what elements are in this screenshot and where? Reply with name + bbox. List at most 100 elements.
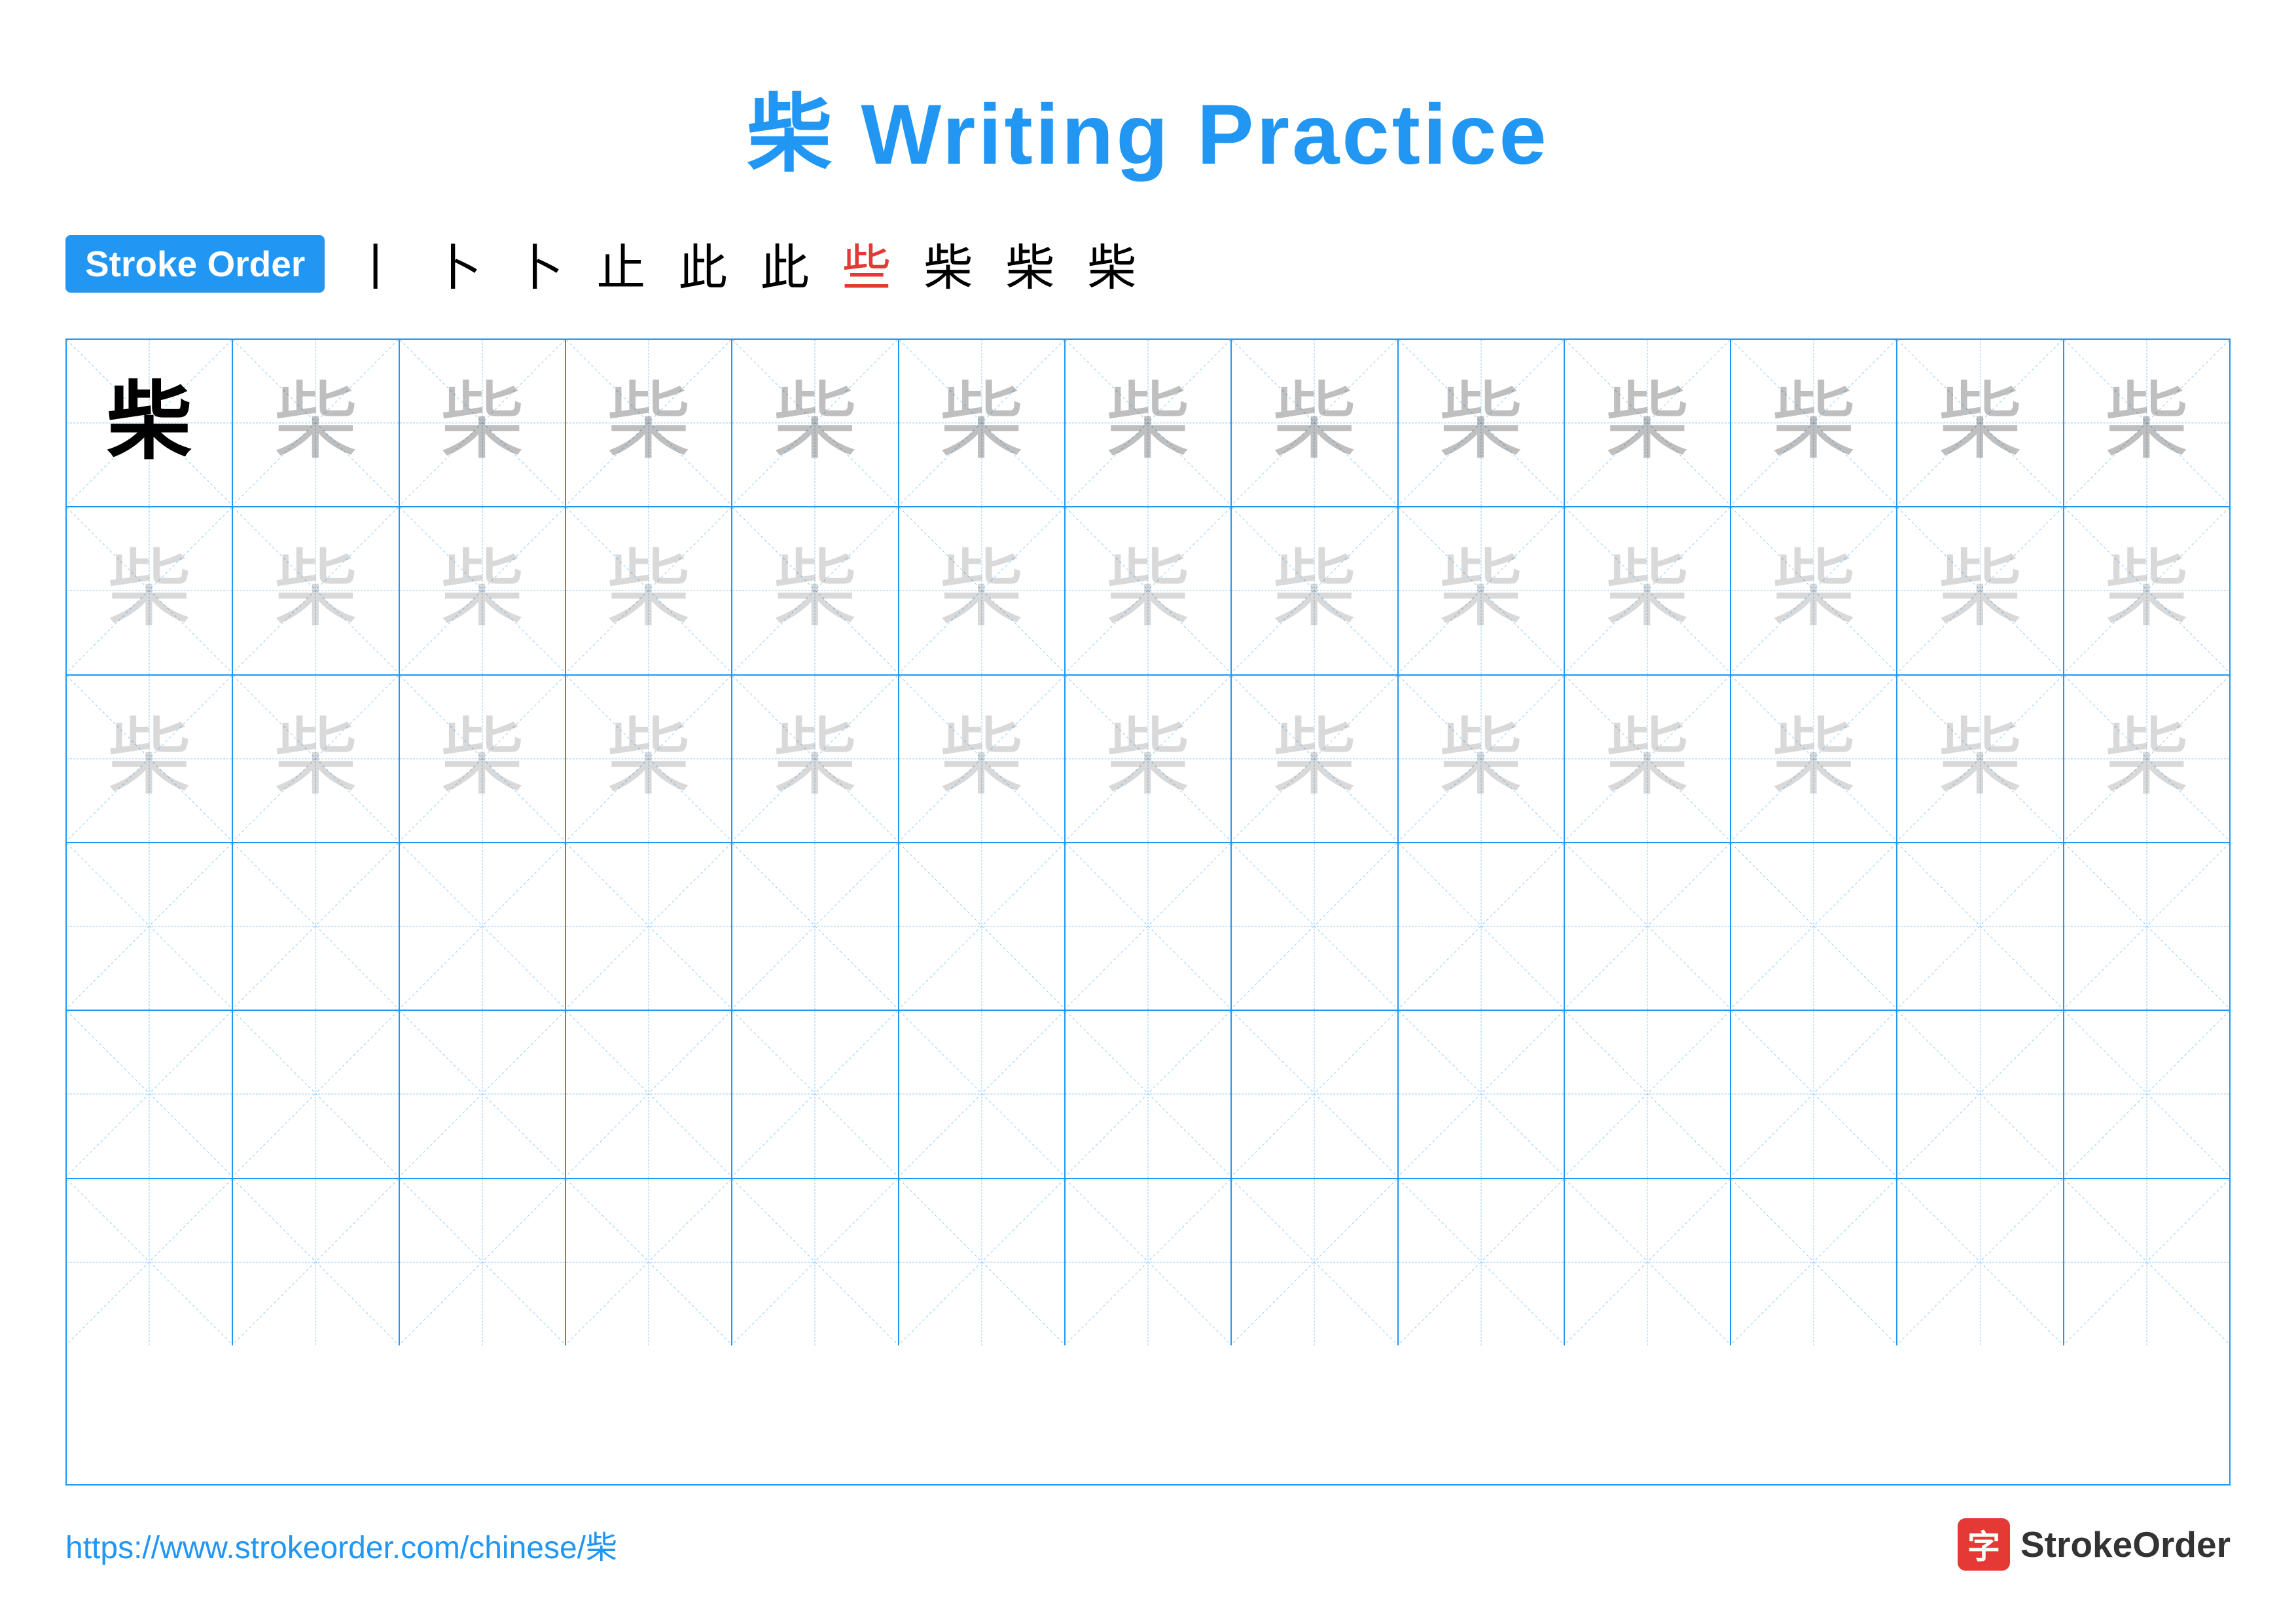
grid-cell-r5-c9[interactable] bbox=[1399, 1011, 1565, 1177]
grid-cell-r1-c6[interactable]: 柴 bbox=[899, 340, 1066, 506]
grid-cell-r1-c8[interactable]: 柴 bbox=[1232, 340, 1398, 506]
grid-cell-r1-c2[interactable]: 柴 bbox=[233, 340, 399, 506]
grid-cell-r5-c13[interactable] bbox=[2064, 1011, 2229, 1177]
grid-cell-r3-c2[interactable]: 柴 bbox=[233, 676, 399, 842]
grid-cell-r2-c1[interactable]: 柴 bbox=[67, 507, 233, 674]
grid-cell-r1-c11[interactable]: 柴 bbox=[1731, 340, 1897, 506]
guide-char: 柴 bbox=[1938, 380, 2023, 465]
grid-cell-r2-c2[interactable]: 柴 bbox=[233, 507, 399, 674]
guide-char: 柴 bbox=[606, 548, 691, 633]
grid-cell-r5-c5[interactable] bbox=[732, 1011, 899, 1177]
guide-char: 柴 bbox=[440, 548, 525, 633]
grid-cell-r3-c6[interactable]: 柴 bbox=[899, 676, 1066, 842]
grid-cell-r5-c10[interactable] bbox=[1565, 1011, 1731, 1177]
grid-cell-r4-c10[interactable] bbox=[1565, 843, 1731, 1010]
grid-cell-r4-c7[interactable] bbox=[1066, 843, 1232, 1010]
grid-cell-r4-c13[interactable] bbox=[2064, 843, 2229, 1010]
grid-cell-r2-c7[interactable]: 柴 bbox=[1066, 507, 1232, 674]
grid-cell-r1-c4[interactable]: 柴 bbox=[566, 340, 732, 506]
grid-cell-r1-c7[interactable]: 柴 bbox=[1066, 340, 1232, 506]
grid-cell-r5-c3[interactable] bbox=[400, 1011, 566, 1177]
grid-cell-r2-c8[interactable]: 柴 bbox=[1232, 507, 1398, 674]
grid-cell-r5-c8[interactable] bbox=[1232, 1011, 1398, 1177]
grid-cell-r3-c3[interactable]: 柴 bbox=[400, 676, 566, 842]
guide-char: 柴 bbox=[606, 716, 691, 801]
grid-cell-r6-c10[interactable] bbox=[1565, 1179, 1731, 1345]
grid-cell-r3-c9[interactable]: 柴 bbox=[1399, 676, 1565, 842]
grid-cell-r4-c2[interactable] bbox=[233, 843, 399, 1010]
grid-cell-r1-c12[interactable]: 柴 bbox=[1897, 340, 2064, 506]
grid-cell-r1-c1[interactable]: 柴 bbox=[67, 340, 233, 506]
grid-cell-r4-c12[interactable] bbox=[1897, 843, 2064, 1010]
grid-cell-r6-c12[interactable] bbox=[1897, 1179, 2064, 1345]
grid-cell-r1-c5[interactable]: 柴 bbox=[732, 340, 899, 506]
guide-char: 柴 bbox=[772, 380, 857, 465]
grid-cell-r6-c6[interactable] bbox=[899, 1179, 1066, 1345]
stroke-order-badge: Stroke Order bbox=[65, 235, 325, 293]
grid-cell-r5-c1[interactable] bbox=[67, 1011, 233, 1177]
grid-cell-r5-c6[interactable] bbox=[899, 1011, 1066, 1177]
grid-cell-r1-c3[interactable]: 柴 bbox=[400, 340, 566, 506]
grid-row-4 bbox=[67, 843, 2229, 1011]
grid-cell-r3-c5[interactable]: 柴 bbox=[732, 676, 899, 842]
grid-cell-r4-c8[interactable] bbox=[1232, 843, 1398, 1010]
practice-grid: 柴 柴 柴 柴 柴 柴 柴 bbox=[65, 338, 2231, 1486]
guide-char: 柴 bbox=[1272, 380, 1357, 465]
stroke-step-7: 些 bbox=[842, 228, 891, 299]
grid-cell-r2-c4[interactable]: 柴 bbox=[566, 507, 732, 674]
footer-logo-text: StrokeOrder bbox=[2020, 1523, 2231, 1565]
grid-cell-r6-c1[interactable] bbox=[67, 1179, 233, 1345]
grid-cell-r5-c11[interactable] bbox=[1731, 1011, 1897, 1177]
grid-cell-r6-c2[interactable] bbox=[233, 1179, 399, 1345]
grid-cell-r5-c12[interactable] bbox=[1897, 1011, 2064, 1177]
grid-cell-r2-c9[interactable]: 柴 bbox=[1399, 507, 1565, 674]
grid-cell-r3-c13[interactable]: 柴 bbox=[2064, 676, 2229, 842]
guide-char: 柴 bbox=[1272, 548, 1357, 633]
grid-cell-r4-c9[interactable] bbox=[1399, 843, 1565, 1010]
grid-cell-r4-c6[interactable] bbox=[899, 843, 1066, 1010]
grid-cell-r5-c7[interactable] bbox=[1066, 1011, 1232, 1177]
grid-cell-r2-c13[interactable]: 柴 bbox=[2064, 507, 2229, 674]
grid-cell-r3-c1[interactable]: 柴 bbox=[67, 676, 233, 842]
grid-cell-r6-c8[interactable] bbox=[1232, 1179, 1398, 1345]
grid-cell-r6-c5[interactable] bbox=[732, 1179, 899, 1345]
example-char: 柴 bbox=[107, 380, 192, 465]
grid-cell-r3-c7[interactable]: 柴 bbox=[1066, 676, 1232, 842]
grid-cell-r2-c11[interactable]: 柴 bbox=[1731, 507, 1897, 674]
grid-cell-r6-c7[interactable] bbox=[1066, 1179, 1232, 1345]
grid-cell-r3-c4[interactable]: 柴 bbox=[566, 676, 732, 842]
grid-cell-r6-c3[interactable] bbox=[400, 1179, 566, 1345]
grid-cell-r3-c10[interactable]: 柴 bbox=[1565, 676, 1731, 842]
grid-cell-r1-c10[interactable]: 柴 bbox=[1565, 340, 1731, 506]
grid-cell-r3-c8[interactable]: 柴 bbox=[1232, 676, 1398, 842]
footer: https://www.strokeorder.com/chinese/柴 字 … bbox=[65, 1518, 2231, 1571]
grid-cell-r2-c10[interactable]: 柴 bbox=[1565, 507, 1731, 674]
grid-cell-r6-c4[interactable] bbox=[566, 1179, 732, 1345]
grid-cell-r1-c9[interactable]: 柴 bbox=[1399, 340, 1565, 506]
guide-char: 柴 bbox=[939, 716, 1024, 801]
guide-char: 柴 bbox=[772, 548, 857, 633]
grid-cell-r6-c11[interactable] bbox=[1731, 1179, 1897, 1345]
guide-char: 柴 bbox=[1105, 548, 1191, 633]
grid-cell-r4-c1[interactable] bbox=[67, 843, 233, 1010]
grid-cell-r2-c5[interactable]: 柴 bbox=[732, 507, 899, 674]
guide-char: 柴 bbox=[273, 380, 358, 465]
grid-cell-r1-c13[interactable]: 柴 bbox=[2064, 340, 2229, 506]
grid-cell-r4-c4[interactable] bbox=[566, 843, 732, 1010]
guide-char: 柴 bbox=[939, 548, 1024, 633]
grid-cell-r3-c12[interactable]: 柴 bbox=[1897, 676, 2064, 842]
grid-cell-r5-c2[interactable] bbox=[233, 1011, 399, 1177]
grid-cell-r4-c11[interactable] bbox=[1731, 843, 1897, 1010]
guide-char: 柴 bbox=[440, 716, 525, 801]
grid-cell-r2-c6[interactable]: 柴 bbox=[899, 507, 1066, 674]
stroke-step-2: 卜 bbox=[433, 228, 482, 299]
grid-cell-r2-c12[interactable]: 柴 bbox=[1897, 507, 2064, 674]
grid-cell-r5-c4[interactable] bbox=[566, 1011, 732, 1177]
grid-cell-r6-c9[interactable] bbox=[1399, 1179, 1565, 1345]
grid-cell-r3-c11[interactable]: 柴 bbox=[1731, 676, 1897, 842]
grid-cell-r4-c5[interactable] bbox=[732, 843, 899, 1010]
grid-cell-r6-c13[interactable] bbox=[2064, 1179, 2229, 1345]
guide-char: 柴 bbox=[1938, 716, 2023, 801]
grid-cell-r2-c3[interactable]: 柴 bbox=[400, 507, 566, 674]
grid-cell-r4-c3[interactable] bbox=[400, 843, 566, 1010]
